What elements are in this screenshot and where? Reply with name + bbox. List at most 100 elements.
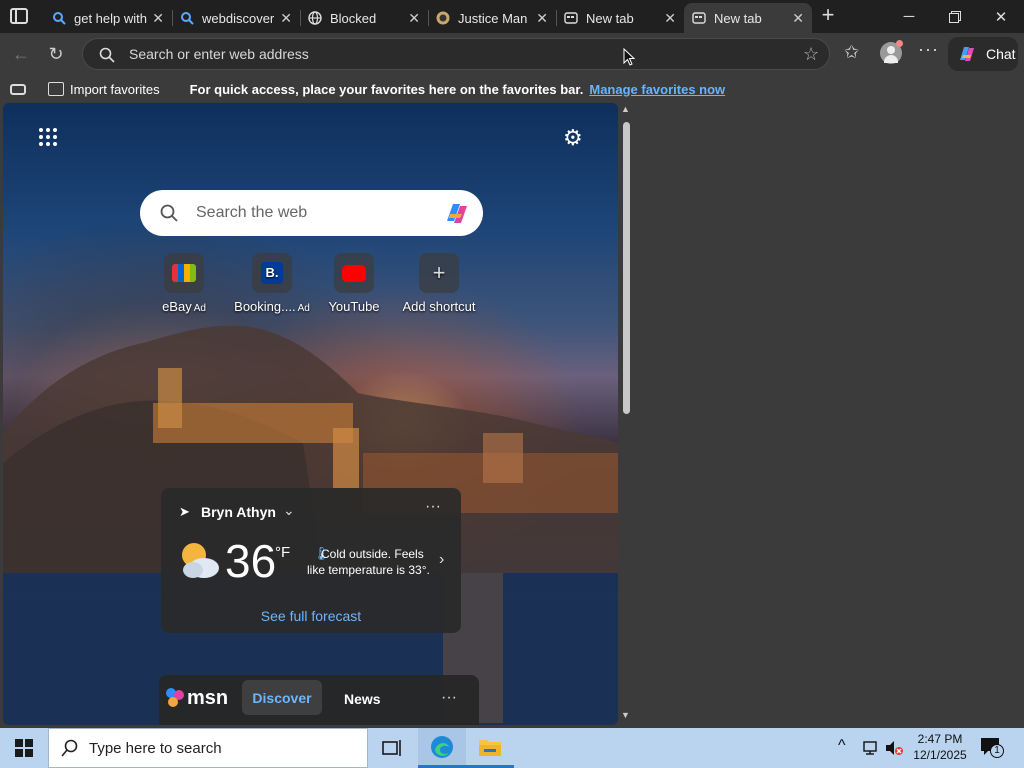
folder-icon <box>479 739 501 756</box>
restore-icon <box>949 10 961 23</box>
clock-date: 12/1/2025 <box>913 748 967 762</box>
globe-icon <box>308 11 322 25</box>
manage-favorites-link[interactable]: Manage favorites now <box>589 82 725 97</box>
new-tab-button[interactable]: + <box>816 4 840 28</box>
shortcut-youtube[interactable]: YouTube <box>309 253 399 314</box>
web-search-box[interactable]: Search the web <box>140 190 483 236</box>
see-forecast-link[interactable]: See full forecast <box>161 608 461 624</box>
temperature-unit: °F <box>275 544 291 561</box>
feed-more-icon[interactable]: ··· <box>441 689 457 707</box>
weather-description: Cold outside. Feels like temperature is … <box>307 547 430 577</box>
notification-badge: 1 <box>990 744 1004 758</box>
tab-title: Justice Man <box>458 10 528 26</box>
msn-logo-icon <box>166 688 184 707</box>
scroll-up-icon[interactable]: ▲ <box>621 104 630 114</box>
restore-button[interactable] <box>932 0 978 33</box>
mouse-cursor-icon <box>623 48 635 66</box>
tab-actions-menu-icon[interactable] <box>10 8 28 24</box>
notification-center-icon[interactable]: 1 <box>980 737 1004 758</box>
import-favorites-button[interactable]: Import favorites <box>48 82 160 97</box>
weather-more-icon[interactable]: ··· <box>425 498 441 516</box>
task-view-svg <box>382 740 401 756</box>
refresh-button[interactable]: ↻ <box>43 41 69 67</box>
page-scrollbar[interactable]: ▲ ▼ <box>620 104 632 724</box>
weather-location[interactable]: Bryn Athyn <box>201 504 276 520</box>
back-button[interactable]: ← <box>8 41 34 67</box>
shortcut-label: Add shortcut <box>402 299 476 314</box>
shortcut-label: Booking.... <box>234 299 296 314</box>
windows-logo-icon <box>15 739 33 757</box>
tab-4[interactable]: New tab ✕ <box>556 3 684 33</box>
favorites-icon[interactable]: ✩ <box>844 42 859 63</box>
task-view-icon[interactable] <box>368 728 416 768</box>
close-icon[interactable]: ✕ <box>152 10 164 27</box>
import-label: Import favorites <box>70 81 160 97</box>
chevron-right-icon[interactable]: › <box>439 551 444 569</box>
bing-search-icon <box>181 12 194 25</box>
edge-taskbar-icon[interactable] <box>418 728 466 768</box>
location-arrow-icon: ➤ <box>179 504 190 519</box>
tab-1[interactable]: webdiscover ✕ <box>172 3 300 33</box>
network-icon[interactable] <box>862 740 880 756</box>
tab-5-active[interactable]: New tab ✕ <box>684 3 812 33</box>
temperature: 36 <box>225 535 277 587</box>
taskbar-search-box[interactable]: Type here to search <box>48 728 368 768</box>
address-bar[interactable]: Search or enter web address ☆ <box>82 38 830 70</box>
blank-area <box>634 103 1024 725</box>
shortcut-label: eBay <box>162 299 192 314</box>
tab-2[interactable]: Blocked ✕ <box>300 3 428 33</box>
search-icon <box>160 204 178 222</box>
tab-title: Blocked <box>330 10 377 26</box>
tab-3[interactable]: Justice Man ✕ <box>428 3 556 33</box>
minimize-button[interactable]: ─ <box>886 0 932 33</box>
clock-time: 2:47 PM <box>917 732 963 746</box>
more-menu-icon[interactable]: ··· <box>918 39 939 60</box>
file-explorer-icon[interactable] <box>466 728 514 768</box>
search-icon <box>99 47 115 63</box>
shortcut-booking[interactable]: B. Booking.... Ad <box>227 253 317 314</box>
favorites-bar: Import favorites For quick access, place… <box>0 75 1024 103</box>
volume-muted-icon[interactable] <box>884 740 904 756</box>
show-hidden-icons-chevron-icon[interactable]: ^ <box>838 737 846 755</box>
close-icon[interactable]: ✕ <box>408 10 420 27</box>
ad-badge: Ad <box>297 303 310 314</box>
tab-0[interactable]: get help with ✕ <box>44 3 172 33</box>
favorites-bar-message: For quick access, place your favorites h… <box>189 81 584 97</box>
plus-icon: + <box>419 253 459 293</box>
tab-news[interactable]: News <box>344 691 381 707</box>
shortcut-ebay[interactable]: eBay Ad <box>139 253 229 314</box>
tab-discover[interactable]: Discover <box>242 680 322 715</box>
import-icon <box>48 82 64 96</box>
close-icon[interactable]: ✕ <box>792 10 804 27</box>
add-shortcut-button[interactable]: + Add shortcut <box>394 253 484 314</box>
page-settings-gear-icon[interactable]: ⚙ <box>563 125 583 151</box>
copilot-chat-button[interactable]: Chat <box>948 37 1018 71</box>
youtube-icon <box>334 253 374 293</box>
toolbar: ← ↻ Search or enter web address ☆ ✩ ··· … <box>0 33 1024 75</box>
sidebar-toggle-icon[interactable] <box>10 83 26 95</box>
chevron-down-icon[interactable]: ⌄ <box>283 502 295 519</box>
close-icon[interactable]: ✕ <box>536 10 548 27</box>
start-button[interactable] <box>0 728 48 768</box>
newtab-icon <box>564 12 578 24</box>
copilot-icon <box>960 47 974 61</box>
system-clock[interactable]: 2:47 PM 12/1/2025 <box>908 731 972 763</box>
feed-bar: msn Discover News ··· <box>159 675 479 725</box>
taskbar: Type here to search ^ 2:47 PM 12/1/2025 … <box>0 728 1024 768</box>
favorite-star-icon[interactable]: ☆ <box>803 44 819 65</box>
booking-icon: B. <box>252 253 292 293</box>
tab-title: webdiscover <box>202 10 275 26</box>
address-placeholder: Search or enter web address <box>129 46 309 62</box>
chat-label: Chat <box>986 46 1016 62</box>
close-window-button[interactable]: ✕ <box>978 0 1024 33</box>
apps-grid-icon[interactable] <box>38 127 58 147</box>
scroll-thumb[interactable] <box>623 122 630 414</box>
close-icon[interactable]: ✕ <box>664 10 676 27</box>
weather-card[interactable]: ➤ Bryn Athyn ⌄ ··· 36 °F 🌡 Cold outside.… <box>161 488 461 633</box>
msn-brand: msn <box>187 687 229 709</box>
scroll-down-icon[interactable]: ▼ <box>621 710 630 720</box>
close-icon[interactable]: ✕ <box>280 10 292 27</box>
profile-avatar[interactable] <box>880 40 903 64</box>
copilot-icon[interactable] <box>442 199 472 227</box>
shortcut-label: YouTube <box>328 299 380 314</box>
